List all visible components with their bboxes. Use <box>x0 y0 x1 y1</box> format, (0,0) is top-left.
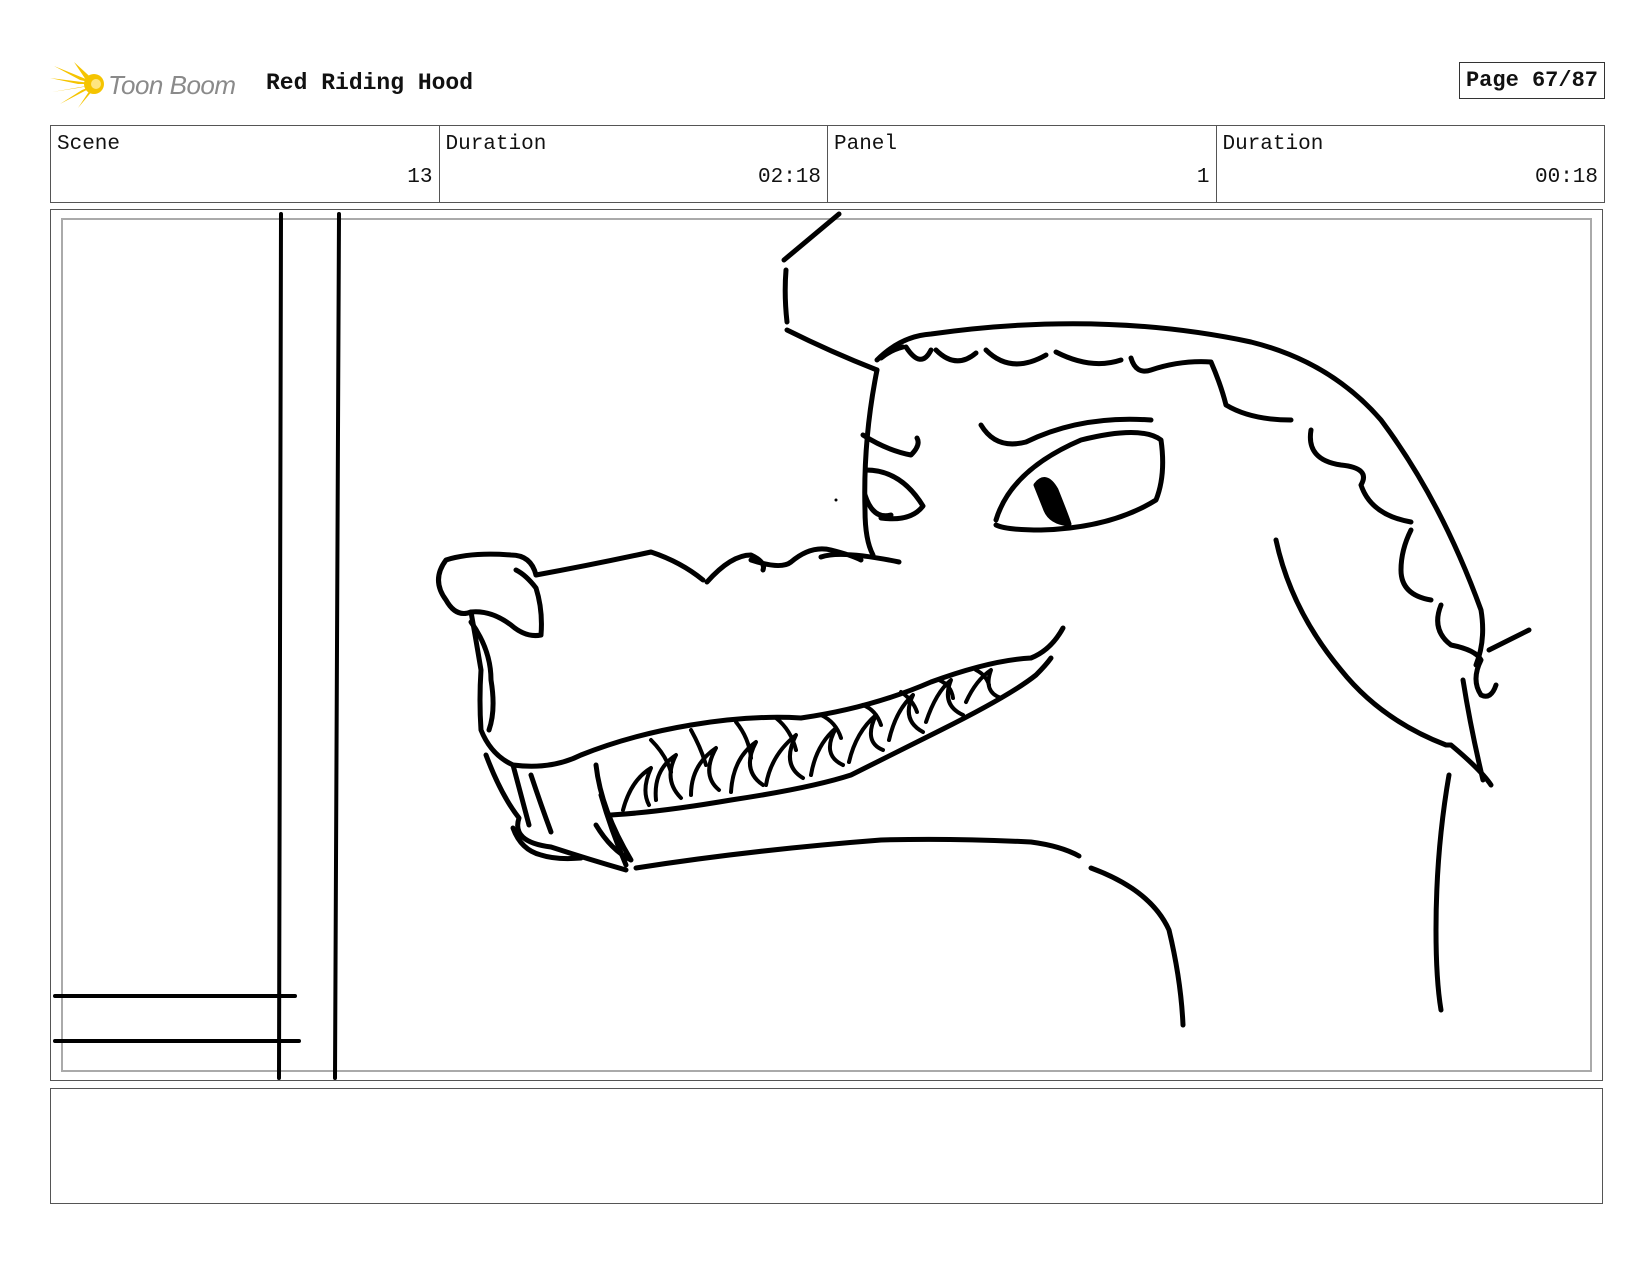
page-number: Page 67/87 <box>1458 62 1605 99</box>
starburst-logo-icon <box>50 62 104 108</box>
toon-boom-logo: Toon Boom <box>50 58 250 110</box>
panel-value: 1 <box>1196 166 1210 189</box>
scene-label: Scene <box>57 133 121 156</box>
door-frame <box>53 212 341 1080</box>
scene-cell: Scene 13 <box>51 126 440 202</box>
wolf-sketch-drawing <box>53 211 1532 1080</box>
scene-duration-label: Duration <box>445 133 547 156</box>
panel-duration-label: Duration <box>1222 133 1324 156</box>
storyboard-panel <box>50 209 1603 1081</box>
panel-cell: Panel 1 <box>828 126 1217 202</box>
scene-duration-value: 02:18 <box>757 166 821 189</box>
scene-value: 13 <box>407 166 433 189</box>
page-header: Toon Boom Red Riding Hood Page 67/87 <box>50 52 1605 112</box>
panel-notes-box <box>50 1088 1603 1204</box>
panel-label: Panel <box>834 133 898 156</box>
panel-duration-value: 00:18 <box>1534 166 1598 189</box>
scene-info-table: Scene 13 Duration 02:18 Panel 1 Duration… <box>50 125 1605 203</box>
panel-duration-cell: Duration 00:18 <box>1217 126 1605 202</box>
logo-text: Toon Boom <box>108 70 236 100</box>
teeth <box>621 668 1003 812</box>
project-title: Red Riding Hood <box>266 70 474 96</box>
scene-duration-cell: Duration 02:18 <box>440 126 828 202</box>
